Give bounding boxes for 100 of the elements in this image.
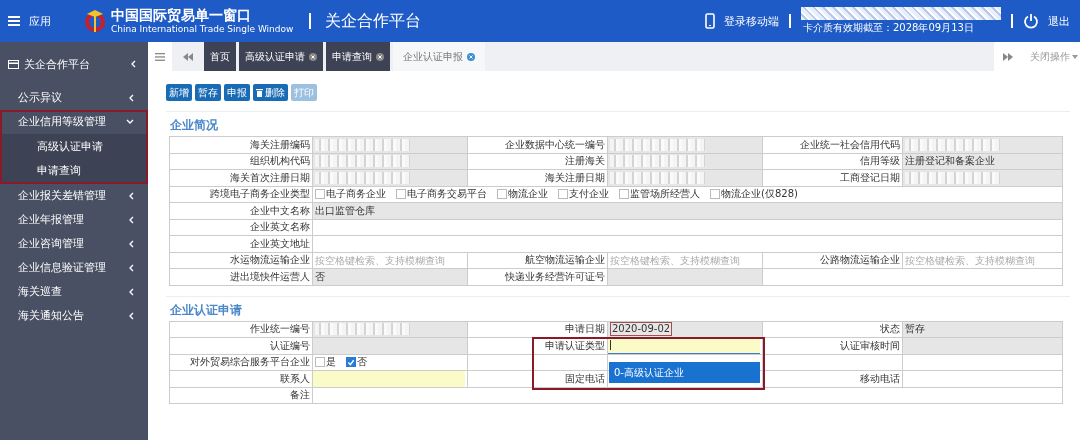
close-icon (467, 52, 475, 61)
sidebar-item[interactable]: 企业信息验证管理 (0, 256, 148, 280)
checkbox-label: 物流企业(仅828) (721, 187, 798, 202)
field-label: 注册海关 (468, 153, 608, 170)
sidebar-subitem[interactable]: 高级认证申请 (0, 134, 148, 158)
checkbox[interactable] (315, 189, 325, 200)
search-field[interactable]: 按空格键检索、支持模糊查询 (315, 254, 467, 266)
sidebar-item[interactable]: 企业咨询管理 (0, 232, 148, 256)
checkbox[interactable] (558, 189, 568, 200)
field-label: 企业统一社会信用代码 (763, 137, 903, 154)
cell-value: 2020-09-02 (610, 322, 673, 337)
checkbox[interactable] (497, 189, 507, 200)
field-label: 快递业务经营许可证号 (468, 269, 608, 286)
tab[interactable]: 企业认证申报 (393, 42, 485, 71)
checkbox-label: 否 (357, 355, 367, 370)
field-label: 认证审核时间 (763, 338, 903, 355)
checkbox-label: 监管场所经营人 (630, 187, 700, 202)
field-label: 工商登记日期 (763, 170, 903, 187)
field-label: 海关首次注册日期 (170, 170, 313, 187)
field-label: 海关注册编码 (170, 137, 313, 154)
checkbox-label: 支付企业 (569, 187, 609, 202)
field-label: 对外贸易综合服务平台企业 (170, 354, 313, 371)
text-cursor (610, 340, 611, 351)
sidebar-item[interactable]: 公示异议 (0, 86, 148, 110)
close-icon (376, 52, 384, 61)
menu-icon (155, 52, 165, 61)
field-label: 固定电话 (468, 371, 608, 388)
card-icon (8, 59, 19, 69)
close-icon (309, 52, 317, 61)
dropdown-option[interactable]: 0-高级认证企业 (609, 361, 760, 383)
tab[interactable]: 首页 (204, 42, 236, 71)
sidebar-header[interactable]: 关企合作平台 (0, 42, 148, 86)
checkbox[interactable] (315, 357, 325, 368)
trash-icon (256, 88, 263, 97)
chevron-left-icon (128, 94, 134, 102)
field-label: 航空物流运输企业 (468, 252, 608, 269)
checkbox-label: 是 (326, 355, 336, 370)
checkbox-label: 电子商务交易平台 (407, 187, 487, 202)
field-label: 企业数据中心统一编号 (468, 137, 608, 154)
brand-subtitle: China International Trade Single Window (111, 24, 294, 35)
field-label: 企业中文名称 (170, 203, 313, 220)
input-field[interactable] (313, 371, 465, 387)
chevron-down-icon (126, 119, 134, 125)
cell-value: 注册登记和备案企业 (905, 154, 995, 169)
fast-forward-icon (1003, 52, 1013, 61)
field-label: 信用等级 (763, 153, 903, 170)
caret-icon (1072, 54, 1078, 59)
tab[interactable]: 申请查询 (326, 42, 390, 71)
check-icon (347, 357, 355, 367)
field-label: 企业英文地址 (170, 236, 313, 253)
cell-value: 出口监管仓库 (315, 203, 375, 218)
search-field[interactable]: 按空格键检索、支持模糊查询 (905, 254, 1062, 266)
tab[interactable]: 高级认证申请 (239, 42, 323, 71)
field-label: 作业统一编号 (170, 321, 313, 338)
checkbox[interactable] (619, 189, 629, 200)
field-label: 认证编号 (170, 338, 313, 355)
power-icon (1023, 13, 1039, 29)
toolbar-button[interactable]: 删除 (253, 84, 288, 101)
chevron-left-icon (128, 288, 134, 296)
field-label: 进出境快件运营人 (170, 269, 313, 286)
field-label: 跨境电子商务企业类型 (170, 186, 313, 203)
field-label: 公路物流运输企业 (763, 252, 903, 269)
field-label: 联系人 (170, 371, 313, 388)
cell-value: 否 (315, 269, 325, 284)
chevron-left-icon (128, 264, 134, 272)
rewind-icon (183, 52, 193, 61)
toolbar-button[interactable]: 申报 (224, 84, 250, 101)
field-label: 状态 (763, 321, 903, 338)
sidebar-item[interactable]: 企业报关差错管理 (0, 184, 148, 208)
field-label: 移动电话 (763, 371, 903, 388)
brand-title: 中国国际贸易单一窗口 (111, 7, 252, 24)
checkbox[interactable] (710, 189, 720, 200)
chevron-left-icon (128, 312, 134, 320)
mobile-login-link[interactable]: 登录移动端 (705, 13, 779, 29)
sidebar-subitem[interactable]: 申请查询 (0, 158, 148, 182)
sidebar-item[interactable]: 企业信用等级管理 (0, 110, 148, 134)
menu-icon (8, 16, 20, 26)
checkbox[interactable] (346, 357, 356, 368)
toolbar-button[interactable]: 新增 (166, 84, 192, 101)
sidebar-item[interactable]: 海关巡查 (0, 280, 148, 304)
field-label: 备注 (170, 387, 313, 404)
checkbox-label: 物流企业 (508, 187, 548, 202)
card-expiry-text: 卡介质有效期截至：2028年09月13日 (802, 21, 975, 35)
cell-value: 暂存 (905, 322, 925, 337)
section-title: 企业简况 (170, 117, 219, 134)
toolbar-button[interactable]: 暂存 (195, 84, 221, 101)
field-label: 海关注册日期 (468, 170, 608, 187)
apps-menu-button[interactable]: 应用 (8, 13, 51, 29)
checkbox-label: 电子商务企业 (326, 187, 386, 202)
logout-button[interactable]: 退出 (1023, 13, 1070, 29)
chevron-left-icon (128, 216, 134, 224)
emblem-icon (83, 8, 107, 34)
checkbox[interactable] (396, 189, 406, 200)
field-label: 企业英文名称 (170, 219, 313, 236)
phone-icon (705, 13, 715, 29)
field-label: 水运物流运输企业 (170, 252, 313, 269)
sidebar-item[interactable]: 海关通知公告 (0, 304, 148, 328)
sidebar-item[interactable]: 企业年报管理 (0, 208, 148, 232)
search-field[interactable]: 按空格键检索、支持模糊查询 (610, 254, 762, 266)
tab-menu-button[interactable] (148, 42, 172, 71)
